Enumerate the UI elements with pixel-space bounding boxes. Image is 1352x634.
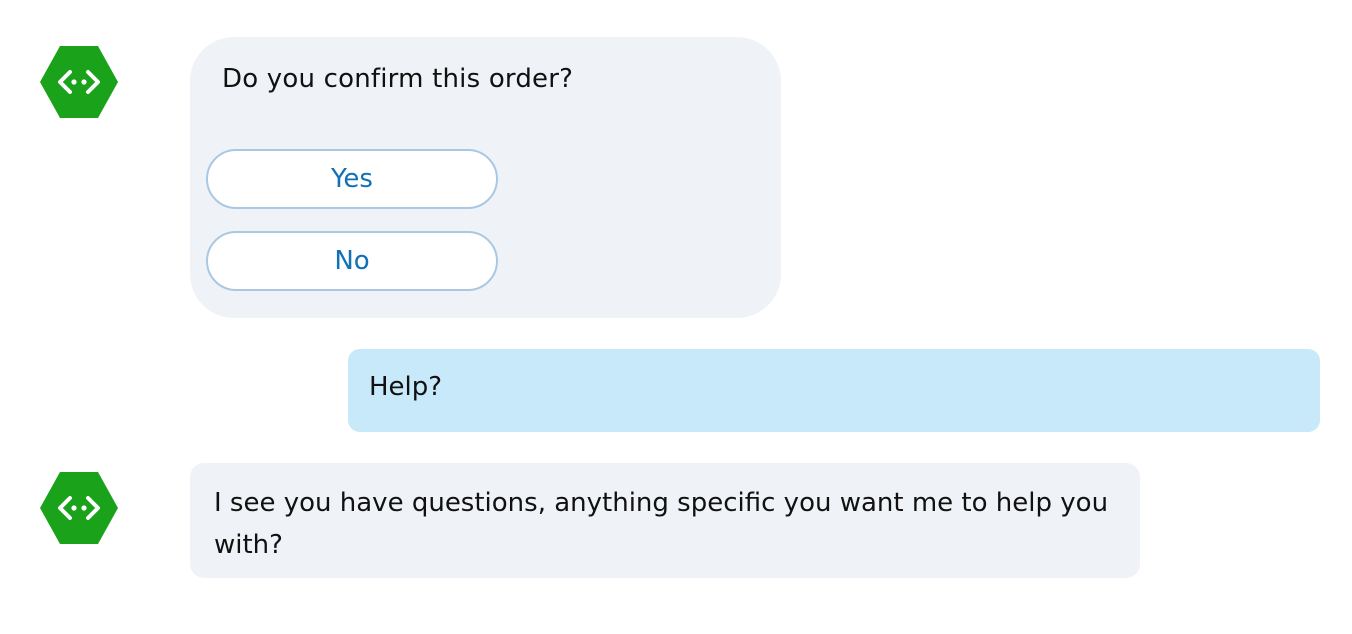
no-button[interactable]: No bbox=[206, 231, 498, 291]
bot-message-bubble: Do you confirm this order? Yes No bbox=[190, 37, 781, 318]
message-text: I see you have questions, anything speci… bbox=[214, 488, 1109, 560]
bot-code-hexagon-icon bbox=[40, 46, 118, 118]
bot-message-bubble: I see you have questions, anything speci… bbox=[190, 463, 1140, 578]
yes-button[interactable]: Yes bbox=[206, 149, 498, 209]
bot-avatar bbox=[40, 46, 118, 118]
message-text: Do you confirm this order? bbox=[222, 64, 574, 94]
bot-code-hexagon-icon bbox=[40, 472, 118, 544]
bot-avatar bbox=[40, 472, 118, 544]
user-message-bubble: Help? bbox=[348, 349, 1320, 432]
message-text: Help? bbox=[369, 372, 443, 402]
